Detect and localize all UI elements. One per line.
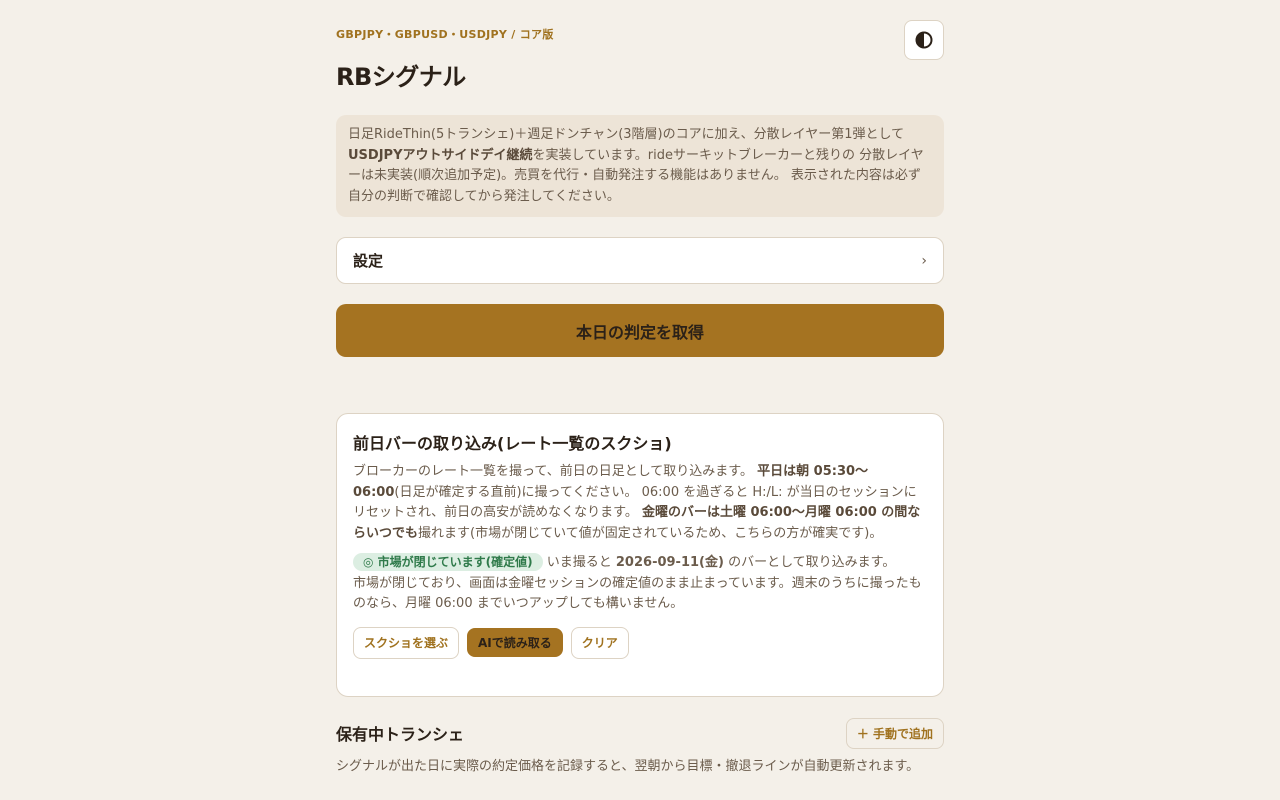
tranche-section-header: 保有中トランシェ ＋ 手動で追加 [336,718,944,749]
contrast-icon [915,31,933,49]
import-actions: スクショを選ぶ AIで読み取る クリア [353,626,927,659]
status-text-1: いま撮ると [542,555,616,570]
import-card: 前日バーの取り込み(レート一覧のスクショ) ブローカーのレート一覧を撮って、前日… [336,413,944,697]
page-title: RBシグナル [336,63,466,91]
choose-screenshot-button[interactable]: スクショを選ぶ [353,626,460,659]
notice-strong-1: USDJPYアウトサイドデイ継続 [348,147,533,163]
page-eyebrow: GBPJPY・GBPUSD・USDJPY / コア版 [336,28,554,41]
market-status: ◎ 市場が閉じています(確定値) いま撮ると 2026-09-11(金) のバー… [353,553,927,615]
notice-text-1: 日足RideThin(5トランシェ)＋週足ドンチャン(3階層)のコアに加え、分散… [348,127,905,142]
status-text-2: のバーとして取り込みます。 [723,555,896,570]
import-desc-1: ブローカーのレート一覧を撮って、前日の日足として取り込みます。 [353,464,758,479]
disclaimer-notice: 日足RideThin(5トランシェ)＋週足ドンチャン(3階層)のコアに加え、分散… [336,115,944,217]
tranche-section-title: 保有中トランシェ [336,725,465,744]
settings-label: 設定 [353,252,384,270]
clear-button[interactable]: クリア [570,626,629,659]
status-note: 市場が閉じており、画面は金曜セッションの確定値のまま止まっています。週末のうちに… [353,575,922,612]
add-manually-button[interactable]: ＋ 手動で追加 [845,718,944,749]
page: GBPJPY・GBPUSD・USDJPY / コア版 RBシグナル 日足Ride… [336,0,944,774]
fetch-judgment-button[interactable]: 本日の判定を取得 [336,304,944,357]
import-card-title: 前日バーの取り込み(レート一覧のスクショ) [353,434,672,453]
import-desc-3: 撮れます(市場が閉じていて値が固定されているため、こちらの方が確実です)。 [418,525,883,541]
tranche-section-description: シグナルが出た日に実際の約定価格を記録すると、翌朝から目標・撤退ラインが自動更新… [336,759,920,774]
ai-read-button[interactable]: AIで読み取る [467,627,563,657]
import-card-description: ブローカーのレート一覧を撮って、前日の日足として取り込みます。 平日は朝 05:… [353,462,927,544]
theme-toggle-button[interactable] [904,20,944,60]
status-date: 2026-09-11(金) [615,555,724,570]
status-badge: ◎ 市場が閉じています(確定値) [353,553,543,571]
chevron-right-icon: › [921,252,927,269]
settings-accordion[interactable]: 設定 › [336,237,944,284]
